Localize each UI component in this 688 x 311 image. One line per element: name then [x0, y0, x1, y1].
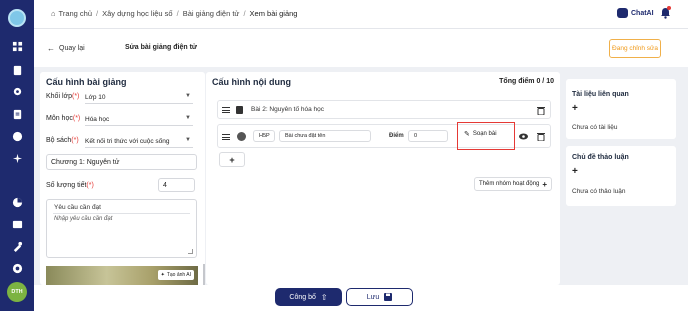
breadcrumb-home[interactable]: Trang chủ	[59, 9, 93, 18]
resize-handle[interactable]	[188, 249, 193, 254]
edit-icon: ✎	[464, 131, 470, 138]
lesson-title: Bài 2: Nguyên tố hóa học	[251, 106, 324, 113]
scrollbar[interactable]	[203, 264, 205, 285]
sidebar: DTH	[0, 0, 34, 311]
upload-icon: ⇧	[320, 292, 328, 302]
drag-handle-icon[interactable]	[222, 134, 230, 140]
add-discussion-button[interactable]: +	[572, 166, 578, 177]
footer-bar: Công bố ⇧ Lưu	[34, 285, 688, 311]
eye-icon[interactable]	[519, 133, 528, 140]
h5p-icon	[237, 132, 246, 141]
plus-icon: +	[542, 179, 548, 189]
trash-icon[interactable]	[537, 106, 545, 115]
chapter-input[interactable]: Chương 1: Nguyên tử	[46, 154, 197, 170]
publish-label: Công bố	[289, 293, 316, 301]
arrow-left-icon: ←	[47, 44, 55, 53]
chatai-button[interactable]: ChatAI	[617, 8, 654, 18]
tools-icon[interactable]	[11, 240, 23, 252]
save-button[interactable]: Lưu	[346, 288, 413, 306]
sparkle-icon[interactable]	[11, 152, 23, 164]
requirements-label: Yêu cầu cần đạt	[54, 204, 101, 211]
page-header: ← Quay lại Sửa bài giảng điện tử Đang ch…	[34, 29, 688, 67]
book-icon	[236, 106, 243, 114]
total-score: Tổng điểm 0 / 10	[499, 78, 554, 85]
breadcrumb-digital-materials[interactable]: Xây dựng học liệu số	[102, 9, 172, 18]
back-label: Quay lại	[59, 45, 85, 52]
breadcrumb: ⌂ Trang chủ / Xây dựng học liệu số / Bài…	[51, 9, 297, 18]
home-icon: ⌂	[51, 9, 56, 18]
chevron-down-icon: ▼	[185, 115, 191, 121]
breadcrumb-e-lectures[interactable]: Bài giảng điện tử	[183, 9, 240, 18]
grade-select[interactable]: Lớp 10 ▼	[85, 91, 193, 104]
activity-name-input[interactable]: Bài chưa đặt tên	[279, 130, 371, 142]
edit-lesson-button[interactable]: ✎ Soạn bài	[464, 130, 497, 138]
chevron-down-icon: ▼	[185, 137, 191, 143]
chevron-down-icon: ▼	[185, 93, 191, 99]
sparkle-icon: ✦	[160, 272, 165, 278]
breadcrumb-separator: /	[243, 9, 246, 18]
breadcrumb-current: Xem bài giảng	[249, 9, 298, 18]
trash-icon[interactable]	[537, 132, 545, 141]
requirements-placeholder: Nhập yêu cầu cần đạt	[54, 216, 113, 222]
score-input[interactable]: 0	[408, 130, 448, 142]
status-badge[interactable]: Đang chỉnh sửa	[609, 39, 661, 58]
app-logo[interactable]	[8, 9, 26, 27]
add-resource-button[interactable]: +	[572, 103, 578, 114]
divider	[53, 213, 190, 214]
book-icon[interactable]	[11, 218, 23, 230]
content-config-panel: Cấu hình nội dung Tổng điểm 0 / 10 Bài 2…	[206, 72, 560, 285]
chart-icon[interactable]	[11, 196, 23, 208]
breadcrumb-separator: /	[176, 9, 179, 18]
edit-lesson-label: Soạn bài	[472, 131, 497, 137]
book-label: Bộ sách(*)	[46, 137, 79, 144]
lecture-config-panel: Cấu hình bài giảng Khối lớp(*) Lớp 10 ▼ M…	[40, 72, 205, 285]
discussion-card: Chủ đề thảo luận + Chưa có thảo luận	[566, 146, 676, 206]
panel-title: Cấu hình nội dung	[212, 77, 291, 87]
avatar[interactable]: DTH	[7, 282, 27, 302]
location-icon[interactable]	[11, 86, 23, 98]
resources-empty: Chưa có tài liệu	[572, 124, 618, 131]
ai-image-button[interactable]: ✦ Tạo ảnh AI	[157, 270, 194, 280]
panel-title: Cấu hình bài giảng	[46, 77, 127, 87]
save-icon	[384, 293, 393, 301]
drag-handle-icon[interactable]	[222, 107, 230, 113]
resources-title: Tài liệu liên quan	[572, 91, 629, 98]
lesson-row: Bài 2: Nguyên tố hóa học	[217, 100, 551, 119]
score-label: Điểm	[389, 133, 404, 139]
subject-label: Môn học(*)	[46, 115, 81, 122]
chat-icon[interactable]	[11, 130, 23, 142]
grid-icon[interactable]	[11, 40, 23, 52]
settings-icon[interactable]	[11, 262, 23, 274]
breadcrumb-separator: /	[96, 9, 99, 18]
add-group-label: Thêm nhóm hoạt động	[479, 181, 540, 187]
periods-label: Số lượng tiết(*)	[46, 182, 94, 189]
periods-input[interactable]: 4	[158, 178, 195, 192]
back-button[interactable]: ← Quay lại	[47, 44, 85, 53]
robot-icon	[617, 8, 628, 18]
page-title: Sửa bài giảng điện tử	[125, 44, 197, 51]
document-icon[interactable]	[11, 108, 23, 120]
save-label: Lưu	[366, 293, 380, 301]
discussion-empty: Chưa có thảo luận	[572, 188, 626, 195]
book-select[interactable]: Kết nối tri thức với cuộc sống ▼	[85, 135, 193, 148]
publish-button[interactable]: Công bố ⇧	[275, 288, 342, 306]
topbar: ⌂ Trang chủ / Xây dựng học liệu số / Bài…	[34, 0, 688, 29]
resources-card: Tài liệu liên quan + Chưa có tài liệu	[566, 79, 676, 139]
grade-label: Khối lớp(*)	[46, 93, 80, 100]
notification-dot	[667, 6, 671, 10]
lecture-thumbnail: ✦ Tạo ảnh AI	[46, 266, 198, 285]
subject-select[interactable]: Hóa học ▼	[85, 113, 193, 126]
add-group-button[interactable]: Thêm nhóm hoạt động +	[474, 177, 553, 191]
activity-type[interactable]: H5P	[253, 130, 275, 142]
add-activity-button[interactable]: +	[219, 152, 245, 167]
chatai-label: ChatAI	[631, 9, 654, 17]
discussion-title: Chủ đề thảo luận	[572, 154, 629, 161]
requirements-textarea[interactable]: Yêu cầu cần đạt Nhập yêu cầu cần đạt	[46, 199, 197, 258]
layers-icon[interactable]	[11, 64, 23, 76]
